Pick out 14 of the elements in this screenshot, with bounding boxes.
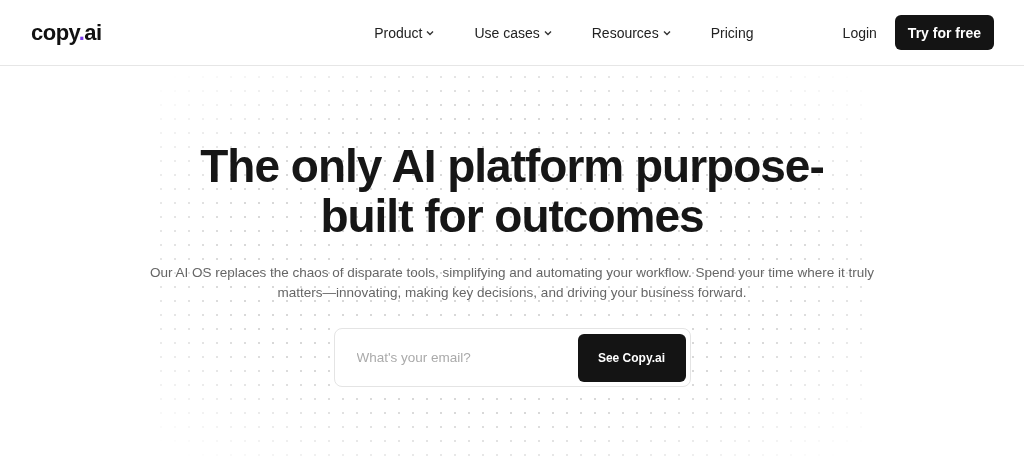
headline: The only AI platform purpose-built for outcomes (199, 141, 825, 241)
nav-link[interactable]: Use cases (474, 24, 552, 41)
subtitle: Our AI OS replaces the chaos of disparate tools, simplifying and automating your workflow. Spend your time where it truly matters—innovating, making key decisions, and driving your business forward. (148, 264, 876, 302)
email-field[interactable]: What's your email? See Copy.ai (333, 328, 691, 387)
chevron-down-icon (543, 29, 552, 36)
nav-link[interactable]: Pricing (710, 24, 754, 41)
see-copy-ai-button[interactable]: See Copy.ai (577, 333, 686, 382)
try-for-free-button[interactable]: Try for free (894, 15, 994, 50)
logo[interactable]: copy.ai (31, 19, 301, 46)
nav-link[interactable]: Resources (591, 24, 671, 41)
nav-link[interactable]: Product (374, 24, 435, 41)
login-link[interactable]: Login (842, 24, 877, 41)
chevron-down-icon (426, 29, 435, 36)
chevron-down-icon (662, 29, 671, 36)
